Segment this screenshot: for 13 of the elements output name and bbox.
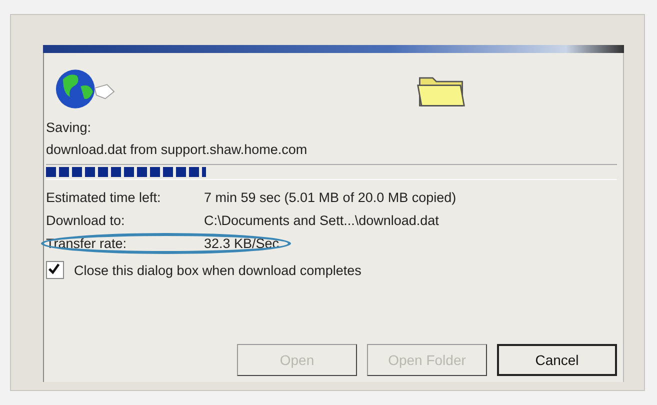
detail-label: Estimated time left: — [46, 189, 161, 207]
detail-label: Download to: — [46, 212, 125, 230]
globe-icon — [54, 67, 116, 111]
detail-value: 32.3 KB/Sec — [204, 235, 280, 253]
detail-label: Transfer rate: — [46, 235, 127, 253]
checkbox[interactable] — [46, 261, 64, 279]
saving-label: Saving: — [46, 119, 92, 137]
check-icon — [47, 262, 61, 276]
dialog-button[interactable]: Cancel — [497, 344, 617, 376]
source-text: download.dat from support.shaw.home.com — [46, 141, 308, 159]
detail-value: 7 min 59 sec (5.01 MB of 20.0 MB copied) — [204, 189, 456, 207]
detail-value: C:\Documents and Sett...\download.dat — [204, 212, 439, 230]
checkbox-label: Close this dialog box when download completes — [74, 262, 362, 278]
